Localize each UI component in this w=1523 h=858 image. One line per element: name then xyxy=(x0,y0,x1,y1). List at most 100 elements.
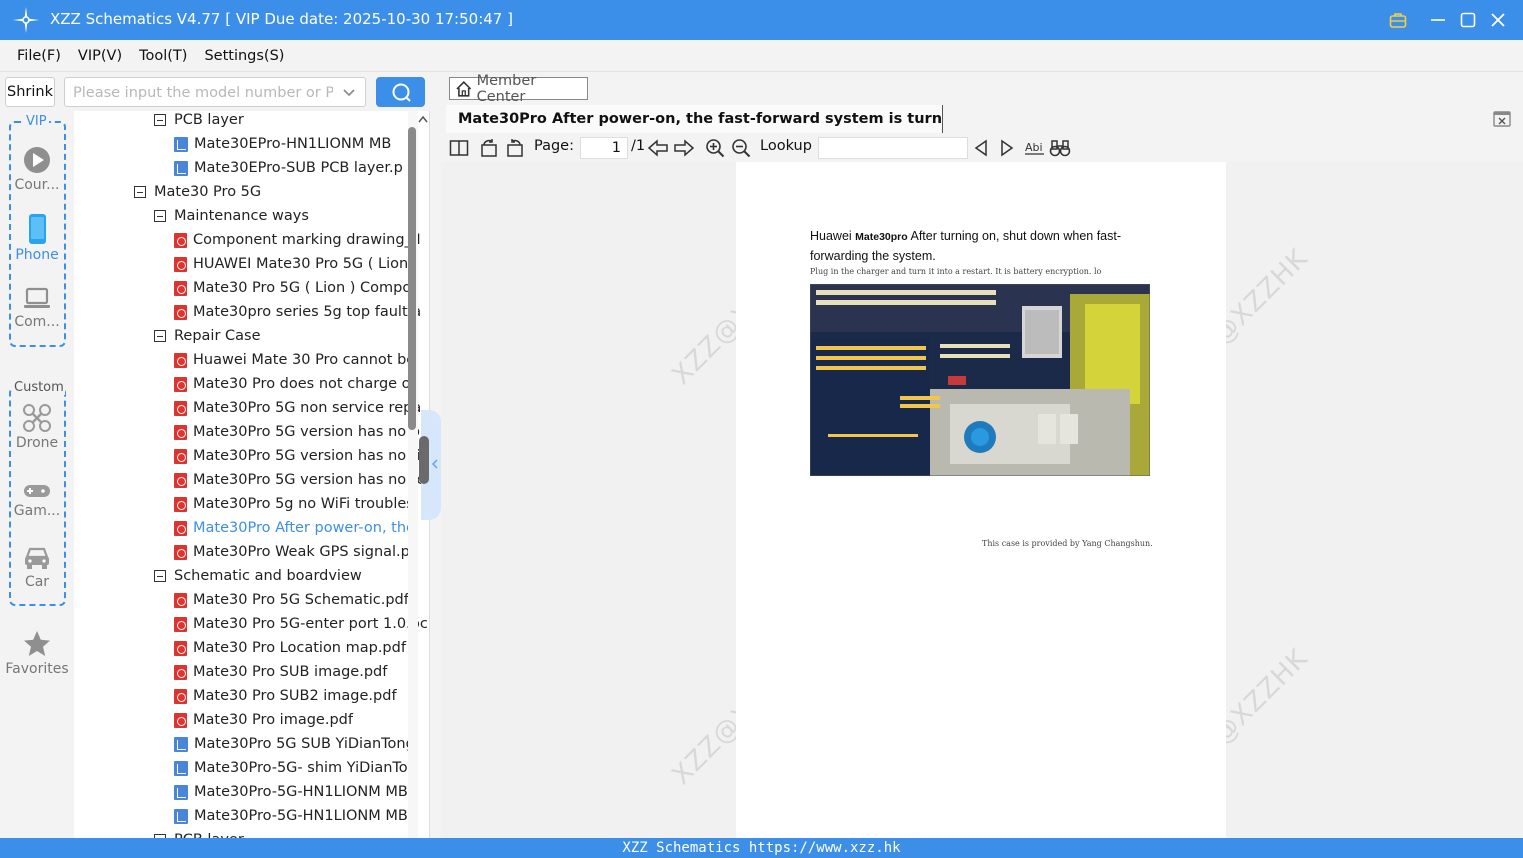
rail-item-computer[interactable]: Com... xyxy=(0,286,74,330)
tree-item-label: Mate30Pro After power-on, the xyxy=(193,520,415,536)
shrink-button[interactable]: Shrink xyxy=(5,77,55,107)
tree-item-label: Schematic and boardview xyxy=(174,568,362,584)
tree-file-item[interactable]: Mate30 Pro SUB2 image.pdf xyxy=(174,684,397,708)
tree-item-label: Mate30Pro 5G SUB YiDianTong xyxy=(194,736,415,752)
tree-folder[interactable]: Mate30 Pro 5G xyxy=(134,180,261,204)
pdf-file-icon xyxy=(174,400,187,416)
tree-scrollbar-thumb[interactable] xyxy=(408,127,416,430)
two-page-view-icon[interactable] xyxy=(449,138,469,158)
tree-folder[interactable]: Maintenance ways xyxy=(154,204,309,228)
pcb-file-icon xyxy=(174,136,188,152)
tree-item-label: Mate30Pro 5g no WiFi troublesl xyxy=(193,496,418,512)
rotate-left-icon[interactable] xyxy=(479,138,499,158)
pdf-file-icon xyxy=(174,280,187,296)
pcb-file-icon xyxy=(174,784,188,800)
rail-item-car[interactable]: Car xyxy=(0,544,74,590)
tree-file-item[interactable]: Mate30Pro-5G-HN1LIONM MB- xyxy=(174,804,413,828)
collapse-toggle-icon[interactable] xyxy=(154,570,166,582)
match-case-icon[interactable]: Abi xyxy=(1024,138,1046,158)
tree-folder[interactable]: Schematic and boardview xyxy=(154,564,362,588)
close-button[interactable] xyxy=(1486,8,1510,32)
tree-file-item[interactable]: Mate30 Pro 5G-enter port 1.0.pc xyxy=(174,612,428,636)
rail-item-games[interactable]: Gam... xyxy=(0,481,74,519)
tree-item-label: Mate30Pro-5G-HN1LIONM MB- xyxy=(194,808,414,824)
panel-resize-grip[interactable] xyxy=(419,436,429,484)
tree-file-item[interactable]: Mate30 Pro 5G ( Lion ) Compor xyxy=(174,276,417,300)
tree-item-label: HUAWEI Mate30 Pro 5G ( Lion ) xyxy=(193,256,419,272)
collapse-toggle-icon[interactable] xyxy=(154,210,166,222)
tree-file-item[interactable]: Mate30pro series 5g top fault a xyxy=(174,300,421,324)
menu-settings[interactable]: Settings(S) xyxy=(204,48,284,64)
page-number-input[interactable]: 1 xyxy=(580,137,628,159)
previous-page-icon[interactable] xyxy=(647,138,669,158)
tree-file-item[interactable]: Mate30Pro 5G SUB YiDianTong xyxy=(174,732,415,756)
page-label: Page: xyxy=(534,138,574,154)
collapse-toggle-icon[interactable] xyxy=(154,114,166,126)
rail-item-phone[interactable]: Phone xyxy=(0,213,74,263)
model-search-box[interactable] xyxy=(64,77,366,107)
vip-group-label: VIP xyxy=(24,114,49,129)
title-bar: XZZ Schematics V4.77 [ VIP Due date: 202… xyxy=(0,0,1523,40)
minimize-button[interactable] xyxy=(1426,8,1450,32)
menu-file[interactable]: File(F) xyxy=(17,48,61,64)
tree-file-item[interactable]: Mate30 Pro Location map.pdf xyxy=(174,636,406,660)
tree-file-item[interactable]: Mate30Pro 5g no WiFi troublesl xyxy=(174,492,418,516)
tree-file-item[interactable]: Mate30Pro 5G non service repa xyxy=(174,396,421,420)
vip-bag-icon[interactable] xyxy=(1386,8,1410,32)
tree-folder[interactable]: PCB layer xyxy=(154,111,244,132)
zoom-in-icon[interactable] xyxy=(705,138,725,158)
rail-item-favorites[interactable]: Favorites xyxy=(0,629,74,677)
tree-file-item[interactable]: Mate30Pro Weak GPS signal.pd xyxy=(174,540,419,564)
tree-file-item[interactable]: Mate30 Pro 5G Schematic.pdf xyxy=(174,588,409,612)
tree-file-item[interactable]: Mate30Pro 5G version has no ri xyxy=(174,444,421,468)
tree-folder[interactable]: PCB layer xyxy=(154,828,244,838)
pdf-file-icon xyxy=(174,352,187,368)
model-search-input[interactable] xyxy=(73,83,333,103)
page-heading-prefix: Huawei xyxy=(810,229,852,243)
pdf-viewer[interactable]: XZZ@XZZHK XZZ@XZZHK XZZ@XZZHK XZZ@XZZHK … xyxy=(441,162,1523,838)
tree-item-label: Huawei Mate 30 Pro cannot be xyxy=(193,352,416,368)
tree-file-item[interactable]: Mate30Pro 5G version has no b xyxy=(174,420,420,444)
zoom-out-icon[interactable] xyxy=(731,138,751,158)
collapse-toggle-icon[interactable] xyxy=(154,330,166,342)
collapse-toggle-icon[interactable] xyxy=(134,186,146,198)
tree-file-item[interactable]: Mate30 Pro SUB image.pdf xyxy=(174,660,387,684)
pdf-file-icon xyxy=(174,376,187,392)
page-total: /1 xyxy=(631,138,646,154)
next-page-icon[interactable] xyxy=(673,138,695,158)
tree-folder[interactable]: Repair Case xyxy=(154,324,261,348)
app-logo-icon xyxy=(13,7,39,33)
member-center-button[interactable]: Member Center xyxy=(449,73,588,105)
tree-file-item[interactable]: Component marking drawing_ I xyxy=(174,228,421,252)
rail-item-courses[interactable]: Cour... xyxy=(0,145,74,193)
menu-tool[interactable]: Tool(T) xyxy=(139,48,187,64)
document-tab[interactable]: Mate30Pro After power-on, the fast-forwa… xyxy=(446,105,943,133)
scroll-up-arrow-icon[interactable] xyxy=(417,114,429,124)
search-icon xyxy=(392,83,411,102)
tree-file-item[interactable]: Mate30 Pro does not charge or xyxy=(174,372,417,396)
rotate-right-icon[interactable] xyxy=(505,138,525,158)
tree-file-item[interactable]: Huawei Mate 30 Pro cannot be xyxy=(174,348,415,372)
tree-file-item[interactable]: Mate30 Pro image.pdf xyxy=(174,708,353,732)
tree-file-item[interactable]: Mate30Pro-5G-HN1LIONM MB xyxy=(174,780,408,804)
maximize-button[interactable] xyxy=(1456,8,1480,32)
rail-item-drone[interactable]: Drone xyxy=(0,403,74,451)
search-button[interactable] xyxy=(376,77,425,107)
pdf-file-icon xyxy=(174,448,187,464)
chevron-down-icon[interactable] xyxy=(341,84,357,100)
tree-file-item[interactable]: Mate30Pro 5G version has no tc xyxy=(174,468,424,492)
tree-file-item[interactable]: Mate30Pro After power-on, the xyxy=(174,516,415,540)
lookup-input[interactable] xyxy=(818,137,968,159)
tree-file-item[interactable]: HUAWEI Mate30 Pro 5G ( Lion ) xyxy=(174,252,418,276)
tree-file-item[interactable]: Mate30EPro-SUB PCB layer.p xyxy=(174,156,403,180)
tree-file-item[interactable]: Mate30EPro-HN1LIONM MB xyxy=(174,132,391,156)
menu-vip[interactable]: VIP(V) xyxy=(78,48,122,64)
find-previous-icon[interactable] xyxy=(973,138,989,158)
rail-item-label: Drone xyxy=(15,435,59,451)
close-document-icon[interactable] xyxy=(1493,110,1513,128)
laptop-icon xyxy=(24,287,50,308)
pdf-file-icon xyxy=(174,544,187,560)
find-next-icon[interactable] xyxy=(999,138,1015,158)
tree-file-item[interactable]: Mate30Pro-5G- shim YiDianTor xyxy=(174,756,414,780)
binoculars-icon[interactable] xyxy=(1049,138,1071,158)
